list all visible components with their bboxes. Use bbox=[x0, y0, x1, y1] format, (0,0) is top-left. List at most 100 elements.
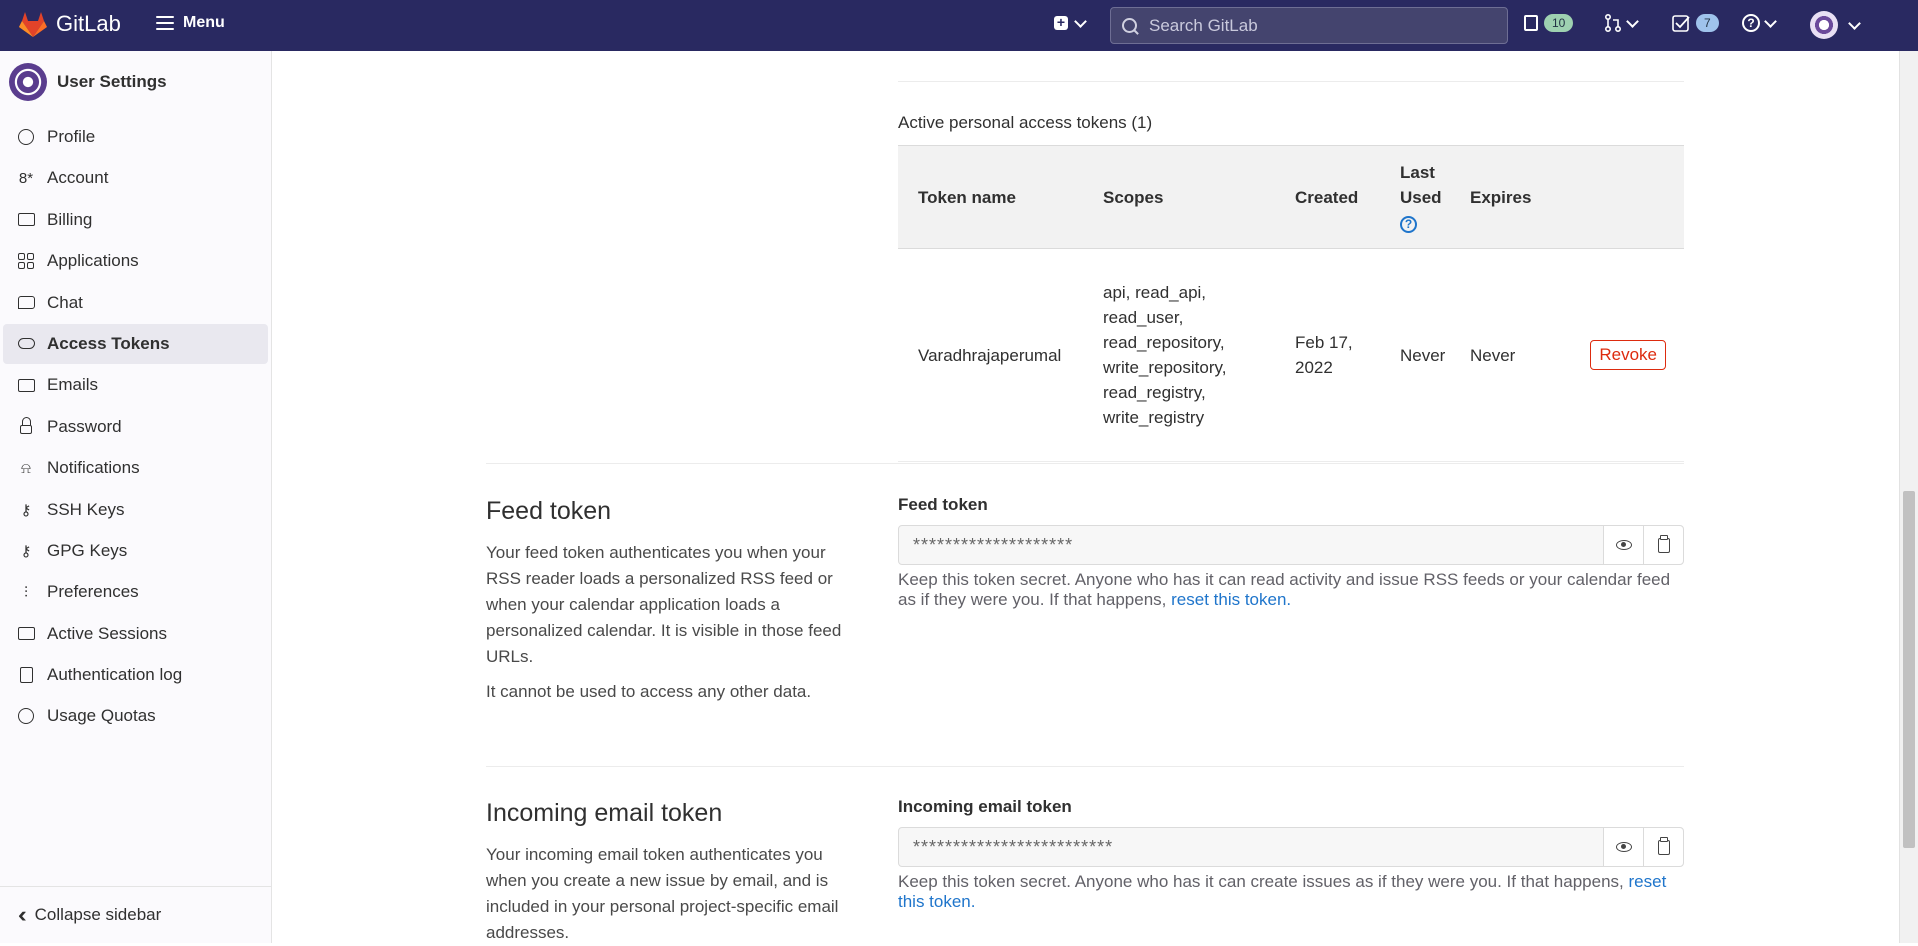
sidebar-nav: Profile 8* Account Billing Applications … bbox=[3, 117, 268, 738]
help-button[interactable]: ? bbox=[1742, 14, 1777, 32]
user-menu-button[interactable] bbox=[1810, 11, 1861, 39]
sidebar-item-password[interactable]: Password bbox=[3, 407, 268, 447]
chat-icon bbox=[17, 294, 35, 312]
billing-icon bbox=[17, 211, 35, 229]
revoke-button[interactable]: Revoke bbox=[1590, 340, 1666, 370]
incoming-email-token-title: Incoming email token bbox=[486, 799, 723, 827]
token-expires-cell: Never bbox=[1456, 248, 1552, 462]
incoming-email-token-value[interactable]: ************************* bbox=[899, 828, 1603, 866]
divider bbox=[486, 463, 1684, 464]
sidebar-item-profile[interactable]: Profile bbox=[3, 117, 268, 157]
feed-token-value[interactable]: ******************** bbox=[899, 526, 1603, 564]
search-icon bbox=[1122, 18, 1137, 33]
chevron-down-icon bbox=[1848, 16, 1861, 30]
sidebar-item-billing[interactable]: Billing bbox=[3, 200, 268, 240]
sidebar-item-label: GPG Keys bbox=[47, 540, 128, 560]
sidebar-item-label: Emails bbox=[47, 375, 99, 395]
divider bbox=[486, 766, 1684, 767]
sidebar-item-preferences[interactable]: ⫶ Preferences bbox=[3, 572, 268, 612]
applications-icon bbox=[17, 252, 35, 270]
double-chevron-left-icon: ‹‹ bbox=[18, 902, 26, 927]
reset-feed-token-link[interactable]: reset this token. bbox=[1171, 590, 1291, 609]
create-new-button[interactable]: + bbox=[1054, 14, 1087, 30]
feed-token-description: Your feed token authenticates you when y… bbox=[486, 543, 842, 666]
sidebar-item-label: Active Sessions bbox=[47, 623, 167, 643]
feed-token-field: ******************** bbox=[898, 525, 1684, 565]
hamburger-icon bbox=[156, 16, 174, 30]
search-input[interactable] bbox=[1147, 14, 1491, 37]
column-header-last-used: Last Used ? bbox=[1380, 145, 1456, 249]
feed-token-title: Feed token bbox=[486, 497, 612, 525]
sidebar-item-account[interactable]: 8* Account bbox=[3, 158, 268, 198]
collapse-sidebar-label: Collapse sidebar bbox=[34, 905, 162, 924]
scope-line: read_registry, bbox=[1103, 383, 1206, 402]
sidebar-item-authentication-log[interactable]: Authentication log bbox=[3, 655, 268, 695]
user-avatar bbox=[1810, 11, 1838, 39]
chevron-down-icon bbox=[1074, 14, 1087, 28]
token-name-cell: Varadhrajaperumal bbox=[898, 248, 1083, 462]
sidebar-item-label: SSH Keys bbox=[47, 499, 125, 519]
sidebar-item-label: Applications bbox=[47, 251, 139, 271]
sidebar-item-active-sessions[interactable]: Active Sessions bbox=[3, 614, 268, 654]
scrollbar-thumb[interactable] bbox=[1903, 491, 1915, 848]
todo-check-icon bbox=[1672, 15, 1690, 32]
reveal-token-button[interactable] bbox=[1603, 828, 1643, 866]
sidebar-item-emails[interactable]: Emails bbox=[3, 365, 268, 405]
copy-token-button[interactable] bbox=[1643, 526, 1683, 564]
bell-icon: ⍾ bbox=[21, 459, 31, 477]
top-navbar: GitLab Menu + 10 7 ? bbox=[0, 0, 1918, 51]
gitlab-logo[interactable]: GitLab bbox=[18, 10, 121, 38]
column-header-last-used-line2: Used bbox=[1400, 187, 1442, 207]
sidebar-item-ssh-keys[interactable]: ⚷ SSH Keys bbox=[3, 490, 268, 530]
collapse-sidebar-button[interactable]: ‹‹ Collapse sidebar bbox=[0, 886, 271, 943]
help-icon[interactable]: ? bbox=[1400, 215, 1417, 233]
sidebar-item-chat[interactable]: Chat bbox=[3, 283, 268, 323]
sidebar-item-label: Billing bbox=[47, 209, 93, 229]
preferences-icon: ⫶ bbox=[24, 583, 28, 601]
token-actions-cell: Revoke bbox=[1551, 248, 1684, 462]
sidebar-item-gpg-keys[interactable]: ⚷ GPG Keys bbox=[3, 531, 268, 571]
issues-button[interactable]: 10 bbox=[1524, 14, 1574, 32]
profile-icon bbox=[17, 128, 35, 146]
sidebar-item-access-tokens[interactable]: Access Tokens bbox=[3, 323, 268, 364]
scope-line: write_registry bbox=[1103, 408, 1205, 427]
sidebar-header[interactable]: User Settings bbox=[9, 63, 167, 101]
token-icon bbox=[17, 335, 35, 353]
key-icon: ⚷ bbox=[20, 542, 32, 560]
merge-request-icon bbox=[1605, 14, 1621, 32]
plus-square-icon: + bbox=[1054, 15, 1068, 30]
tanuki-icon bbox=[19, 12, 47, 37]
mail-icon bbox=[17, 376, 35, 394]
sidebar-item-label: Password bbox=[47, 416, 122, 436]
sidebar-item-label: Usage Quotas bbox=[47, 706, 156, 726]
chevron-down-icon bbox=[1626, 14, 1639, 28]
column-header-actions bbox=[1551, 145, 1684, 249]
sidebar-item-label: Account bbox=[47, 168, 109, 188]
clipboard-icon bbox=[1657, 534, 1670, 553]
menu-label: Menu bbox=[183, 14, 225, 31]
todos-button[interactable]: 7 bbox=[1672, 14, 1719, 32]
sidebar-item-usage-quotas[interactable]: Usage Quotas bbox=[3, 696, 268, 736]
merge-requests-button[interactable] bbox=[1604, 14, 1639, 32]
menu-button[interactable]: Menu bbox=[156, 14, 225, 32]
sidebar-item-label: Chat bbox=[47, 292, 83, 312]
incoming-email-token-field: ************************* bbox=[898, 827, 1684, 867]
brand-name: GitLab bbox=[56, 11, 121, 36]
eye-icon bbox=[1615, 842, 1632, 852]
lock-icon bbox=[17, 417, 35, 436]
feed-token-help: Keep this token secret. Anyone who has i… bbox=[898, 570, 1688, 610]
search-box[interactable] bbox=[1110, 7, 1508, 44]
sidebar-item-notifications[interactable]: ⍾ Notifications bbox=[3, 448, 268, 488]
token-last-used-cell: Never bbox=[1380, 248, 1456, 462]
divider bbox=[898, 81, 1684, 82]
quota-icon bbox=[17, 707, 35, 725]
table-header-row: Token name Scopes Created Last Used ? Ex… bbox=[898, 145, 1684, 249]
reveal-token-button[interactable] bbox=[1603, 526, 1643, 564]
sidebar-item-applications[interactable]: Applications bbox=[3, 241, 268, 281]
copy-token-button[interactable] bbox=[1643, 828, 1683, 866]
sidebar-item-label: Authentication log bbox=[47, 665, 183, 685]
settings-sidebar: User Settings Profile 8* Account Billing… bbox=[0, 51, 272, 943]
page-scrollbar[interactable] bbox=[1899, 51, 1918, 943]
token-created-cell: Feb 17, 2022 bbox=[1275, 248, 1380, 462]
eye-icon bbox=[1615, 540, 1632, 550]
